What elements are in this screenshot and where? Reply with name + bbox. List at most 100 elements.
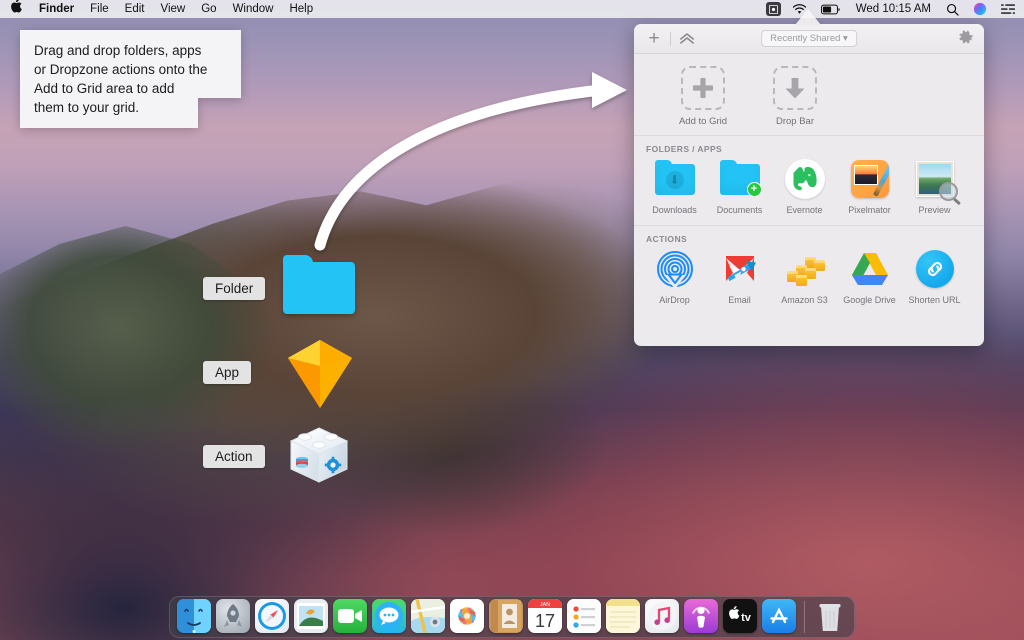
- grid-label-documents: Documents: [707, 205, 772, 215]
- grid-item-shorten-url[interactable]: Shorten URL: [902, 248, 967, 305]
- download-arrow-icon: [773, 66, 817, 110]
- dock-item-notes[interactable]: [606, 599, 640, 633]
- dock-item-music[interactable]: [645, 599, 679, 633]
- sketch-app-icon[interactable]: [282, 338, 358, 415]
- dropzone-icon[interactable]: [766, 2, 781, 16]
- control-center-icon[interactable]: [994, 0, 1018, 18]
- dock-item-maps[interactable]: [411, 599, 445, 633]
- tooltip-body-bottom: them to your grid.: [20, 98, 198, 128]
- section-title-actions: ACTIONS: [634, 226, 984, 248]
- dock-item-reminders[interactable]: [567, 599, 601, 633]
- dock-item-contacts[interactable]: [489, 599, 523, 633]
- grid-item-downloads[interactable]: ⬇ Downloads: [642, 158, 707, 215]
- automator-action-icon[interactable]: [287, 424, 351, 491]
- gear-icon[interactable]: [957, 30, 974, 47]
- grid-label-email: Email: [707, 295, 772, 305]
- grid-label-shorten-url: Shorten URL: [902, 295, 967, 305]
- siri-icon[interactable]: [966, 0, 994, 18]
- dock-item-photos[interactable]: [450, 599, 484, 633]
- dock-item-apple-tv[interactable]: tv: [723, 599, 757, 633]
- grid-label-amazon-s3: Amazon S3: [772, 295, 837, 305]
- dock-item-podcasts[interactable]: [684, 599, 718, 633]
- apple-logo-icon[interactable]: [8, 0, 31, 19]
- grid-item-airdrop[interactable]: AirDrop: [642, 248, 707, 305]
- menu-item-go[interactable]: Go: [193, 0, 224, 18]
- menu-bar-clock[interactable]: Wed 10:15 AM: [848, 3, 939, 15]
- shorten-url-icon: [914, 248, 956, 290]
- plus-icon: [681, 66, 725, 110]
- folders-apps-grid: ⬇ Downloads + Documents: [634, 158, 984, 225]
- tooltip-callout: Drag and drop folders, apps or Dropzone …: [20, 30, 241, 128]
- battery-icon[interactable]: [814, 0, 848, 18]
- menu-item-help[interactable]: Help: [281, 0, 321, 18]
- dock-item-finder[interactable]: [177, 599, 211, 633]
- grid-label-preview: Preview: [902, 205, 967, 215]
- dock-divider: [804, 601, 805, 633]
- pixelmator-icon: [849, 158, 891, 200]
- menu-item-window[interactable]: Window: [225, 0, 282, 18]
- dock: JAN 17: [169, 596, 855, 638]
- add-to-grid-target[interactable]: Add to Grid: [670, 66, 736, 127]
- grid-label-downloads: Downloads: [642, 205, 707, 215]
- dock-item-launchpad[interactable]: [216, 599, 250, 633]
- menu-bar: Finder File Edit View Go Window Help: [0, 0, 1024, 18]
- dock-calendar-month: JAN: [540, 602, 550, 608]
- menu-bar-status-area: Wed 10:15 AM: [762, 0, 1018, 18]
- dock-item-trash[interactable]: [813, 599, 847, 633]
- actions-grid: AirDrop Email: [634, 248, 984, 315]
- drop-bar-label: Drop Bar: [762, 116, 828, 127]
- dock-running-indicator: [193, 630, 196, 633]
- toolbar-divider: [670, 32, 671, 46]
- panel-toolbar: + Recently Shared ▾: [634, 24, 984, 54]
- desktop-label-action: Action: [203, 445, 265, 468]
- preview-icon: [914, 158, 956, 200]
- dock-item-mail[interactable]: [294, 599, 328, 633]
- amazon-s3-icon: [784, 248, 826, 290]
- email-icon: [719, 248, 761, 290]
- dropzone-targets: Add to Grid Drop Bar: [634, 54, 984, 136]
- google-drive-icon: [849, 248, 891, 290]
- grid-item-evernote[interactable]: Evernote: [772, 158, 837, 215]
- tooltip-body-top: Drag and drop folders, apps or Dropzone …: [20, 30, 241, 98]
- wifi-icon[interactable]: [785, 0, 814, 18]
- menu-item-file[interactable]: File: [82, 0, 117, 18]
- evernote-icon: [784, 158, 826, 200]
- dock-item-app-store[interactable]: [762, 599, 796, 633]
- grid-item-preview[interactable]: Preview: [902, 158, 967, 215]
- tooltip-line-1: Drag and drop folders, apps: [34, 41, 227, 60]
- airdrop-icon: [654, 248, 696, 290]
- dock-item-facetime[interactable]: [333, 599, 367, 633]
- dock-item-safari[interactable]: [255, 599, 289, 633]
- grid-item-pixelmator[interactable]: Pixelmator: [837, 158, 902, 215]
- dock-item-messages[interactable]: [372, 599, 406, 633]
- menu-item-finder[interactable]: Finder: [31, 0, 82, 18]
- dock-calendar-day: 17: [535, 611, 555, 631]
- collapse-button[interactable]: [677, 32, 697, 45]
- add-badge: +: [747, 182, 762, 197]
- grid-item-email[interactable]: Email: [707, 248, 772, 305]
- dock-item-calendar[interactable]: JAN 17: [528, 599, 562, 633]
- grid-item-documents[interactable]: + Documents: [707, 158, 772, 215]
- filter-dropdown[interactable]: Recently Shared ▾: [761, 30, 857, 47]
- documents-folder-icon: +: [719, 158, 761, 200]
- menu-bar-left: Finder File Edit View Go Window Help: [8, 0, 321, 19]
- grid-item-amazon-s3[interactable]: Amazon S3: [772, 248, 837, 305]
- drop-bar-target[interactable]: Drop Bar: [762, 66, 828, 127]
- grid-item-google-drive[interactable]: Google Drive: [837, 248, 902, 305]
- search-icon[interactable]: [939, 0, 966, 18]
- tooltip-line-2: or Dropzone actions onto the: [34, 60, 227, 79]
- grid-label-evernote: Evernote: [772, 205, 837, 215]
- add-item-button[interactable]: +: [644, 29, 664, 48]
- desktop-label-app: App: [203, 361, 251, 384]
- download-badge: ⬇: [666, 171, 684, 189]
- dropzone-panel: + Recently Shared ▾ Add to Grid: [634, 24, 984, 346]
- desktop-label-folder: Folder: [203, 277, 265, 300]
- menu-item-edit[interactable]: Edit: [117, 0, 153, 18]
- svg-text:tv: tv: [741, 612, 752, 624]
- downloads-folder-icon: ⬇: [654, 158, 696, 200]
- add-to-grid-label: Add to Grid: [670, 116, 736, 127]
- menu-item-view[interactable]: View: [153, 0, 194, 18]
- tooltip-line-4: them to your grid.: [34, 98, 184, 117]
- blue-folder-icon[interactable]: [283, 262, 355, 314]
- section-title-folders-apps: FOLDERS / APPS: [634, 136, 984, 158]
